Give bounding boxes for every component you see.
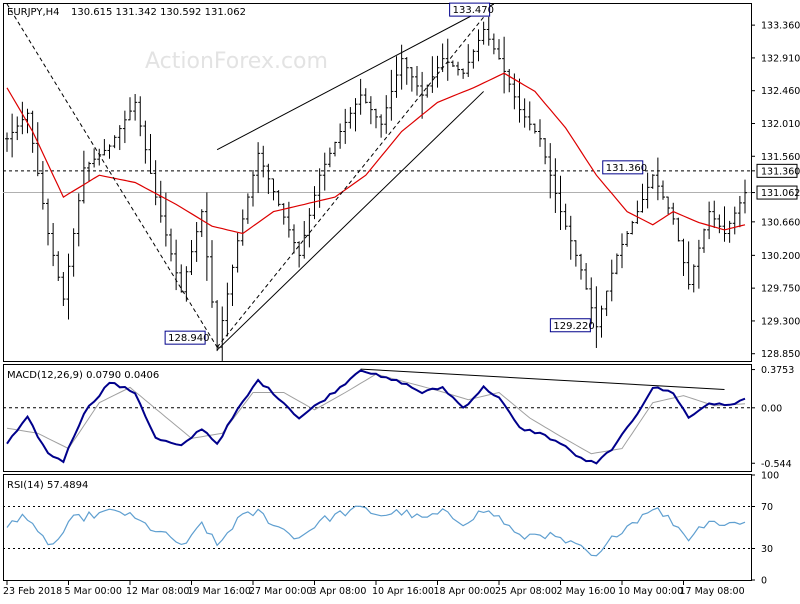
price-annotation-label: 131.360 bbox=[606, 163, 647, 174]
y-axis-label: 129.300 bbox=[761, 316, 800, 327]
price-bars bbox=[5, 16, 747, 361]
x-axis-label: 5 Mar 00:00 bbox=[65, 586, 122, 597]
macd-label: MACD(12,26,9) 0.0790 0.0406 bbox=[7, 370, 159, 381]
macd-trendline bbox=[360, 368, 725, 390]
macd-panel: MACD(12,26,9) 0.0790 0.0406 0.3753 0.00 -0.… bbox=[3, 365, 794, 470]
rsi-y-label: 30 bbox=[761, 544, 773, 555]
y-axis-label: 129.750 bbox=[761, 284, 800, 295]
y-axis-label: 130.660 bbox=[761, 217, 800, 228]
ohlc-readout: 130.615 131.342 130.592 131.062 bbox=[71, 7, 246, 18]
rsi-panel: RSI(14) 57.4894 100 70 30 0 bbox=[3, 471, 779, 587]
price-panel: 133.470 131.360 129.220 128.940 133.360 132.9… bbox=[3, 2, 800, 361]
moving-average-line bbox=[6, 72, 746, 235]
rsi-y-label: 0 bbox=[761, 576, 767, 587]
x-axis-label: 27 Mar 00:00 bbox=[249, 586, 312, 597]
time-axis: 23 Feb 2018 5 Mar 00:00 12 Mar 08:0019 Mar… bbox=[3, 580, 745, 597]
x-axis-label: 10 Apr 16:00 bbox=[372, 586, 434, 597]
x-axis-label: 3 Apr 08:00 bbox=[311, 586, 367, 597]
x-axis-label: 12 Mar 08:00 bbox=[126, 586, 189, 597]
y-axis-label: 128.850 bbox=[761, 349, 800, 360]
y-axis-label: 130.200 bbox=[761, 251, 800, 262]
x-axis-label: 19 Mar 16:00 bbox=[188, 586, 251, 597]
y-axis-label: 132.010 bbox=[761, 119, 800, 130]
rsi-label: RSI(14) 57.4894 bbox=[7, 480, 88, 491]
y-axis-label: 133.360 bbox=[761, 21, 800, 32]
price-marker-label: 131.360 bbox=[761, 166, 800, 177]
price-marker-label: 131.062 bbox=[761, 188, 800, 199]
y-axis-label: 131.560 bbox=[761, 152, 800, 163]
macd-y-label: -0.544 bbox=[761, 459, 792, 470]
y-axis-label: 132.460 bbox=[761, 86, 800, 97]
price-panel-frame bbox=[3, 3, 752, 362]
chart-canvas: ActionForex.com 133.470 131.360 129.220 128… bbox=[3, 2, 800, 597]
x-axis-label: 17 May 08:00 bbox=[680, 586, 745, 597]
y-axis-label: 132.910 bbox=[761, 53, 800, 64]
watermark-text: ActionForex.com bbox=[145, 49, 328, 74]
symbol-label: EURJPY,H4 bbox=[7, 7, 60, 18]
x-axis-label: 25 Apr 08:00 bbox=[495, 586, 557, 597]
channel-trendline bbox=[216, 91, 484, 351]
macd-y-label: 0.3753 bbox=[761, 365, 794, 376]
x-axis-label: 2 May 16:00 bbox=[557, 586, 616, 597]
forex-chart: ActionForex.com 133.470 131.360 129.220 128… bbox=[0, 0, 800, 600]
price-annotation-label: 128.940 bbox=[168, 333, 209, 344]
x-axis-label: 18 Apr 00:00 bbox=[434, 586, 496, 597]
x-axis-label: 23 Feb 2018 bbox=[3, 586, 62, 597]
macd-y-label: 0.00 bbox=[761, 403, 782, 414]
price-annotation-label: 129.220 bbox=[553, 321, 594, 332]
price-annotation-label: 133.470 bbox=[453, 5, 494, 16]
rsi-panel-frame bbox=[3, 474, 752, 581]
x-axis-label: 10 May 00:00 bbox=[618, 586, 683, 597]
rsi-y-label: 70 bbox=[761, 502, 773, 513]
rsi-y-label: 100 bbox=[761, 471, 779, 482]
